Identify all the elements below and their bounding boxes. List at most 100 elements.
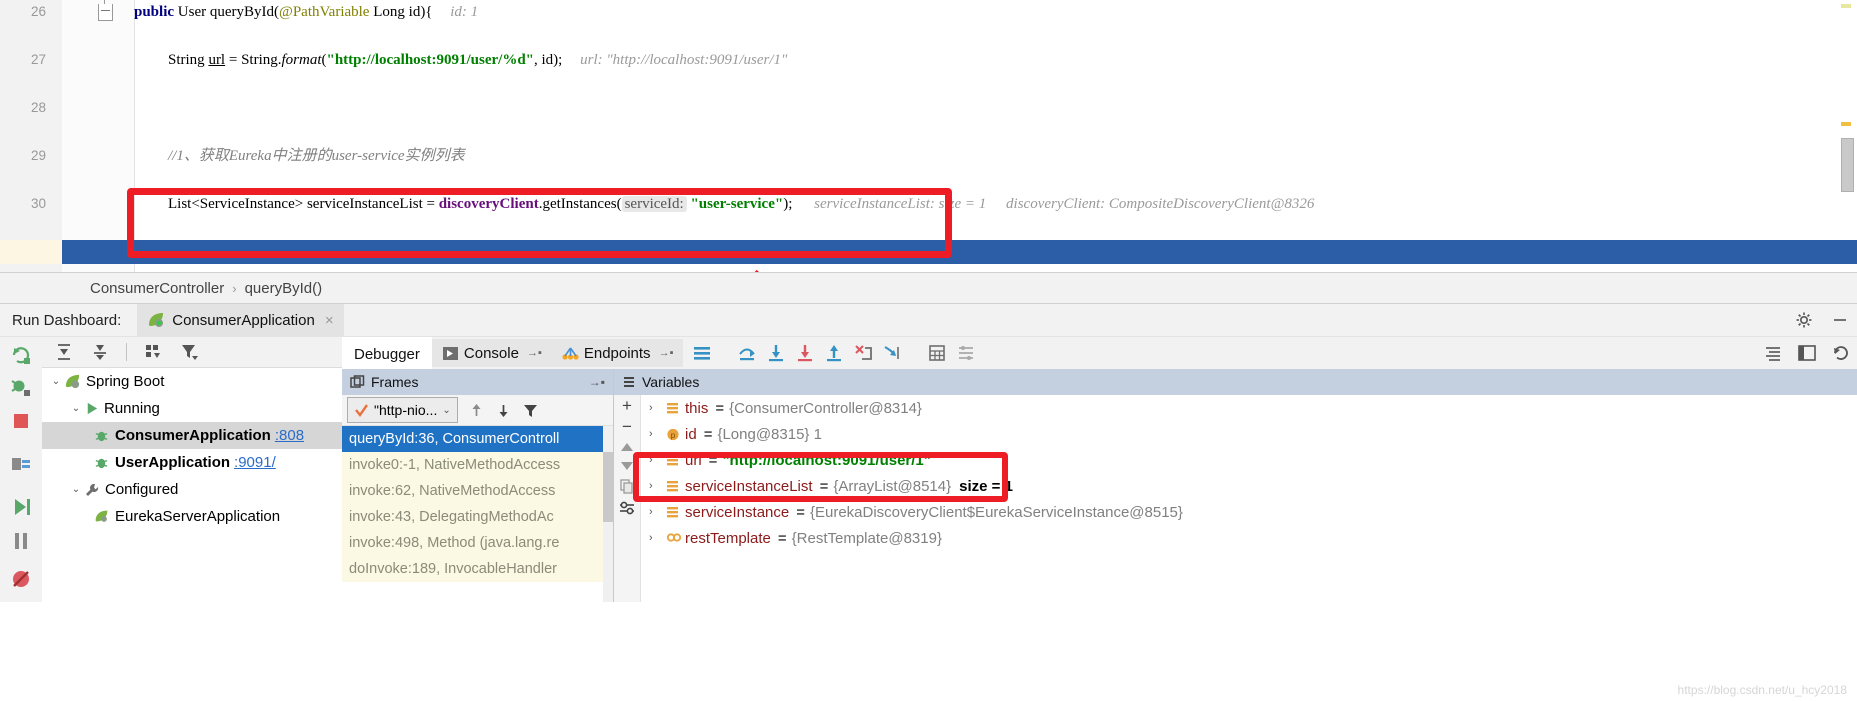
code-line-27[interactable]: 27 String url = String.format("http://lo… bbox=[0, 48, 1857, 72]
frames-list[interactable]: queryById:36, ConsumerControll invoke0:-… bbox=[342, 426, 613, 602]
run-to-cursor-icon[interactable] bbox=[879, 340, 905, 366]
drop-frame-icon[interactable] bbox=[850, 340, 876, 366]
frame-item[interactable]: queryById:36, ConsumerControll bbox=[342, 426, 613, 452]
tree-node-spring-boot[interactable]: ⌄ Spring Boot bbox=[42, 368, 342, 395]
force-step-into-icon[interactable] bbox=[792, 340, 818, 366]
equals-sign: = bbox=[777, 529, 787, 547]
tree-node-port[interactable]: :9091/ bbox=[234, 454, 276, 471]
variable-value: {RestTemplate@8319} bbox=[791, 529, 942, 547]
debugger-tabs: Debugger Console →▪ Endpoints →▪ bbox=[342, 337, 1857, 370]
variable-row-serviceinstance[interactable]: › serviceInstance = {EurekaDiscoveryClie… bbox=[641, 499, 1857, 525]
scroll-down-icon[interactable] bbox=[620, 460, 634, 472]
pin-icon[interactable]: →▪ bbox=[659, 347, 674, 359]
scroll-up-icon[interactable] bbox=[620, 441, 634, 453]
step-into-icon[interactable] bbox=[763, 340, 789, 366]
rerun-icon[interactable] bbox=[9, 343, 33, 367]
pause-program-icon[interactable] bbox=[9, 529, 33, 553]
minimize-icon[interactable] bbox=[1831, 311, 1849, 329]
frame-label: doInvoke:189, InvocableHandler bbox=[349, 561, 557, 577]
tree-node-user-application[interactable]: UserApplication :9091/ bbox=[42, 449, 342, 476]
breadcrumb-class[interactable]: ConsumerController bbox=[90, 280, 224, 297]
code-fold-icon[interactable] bbox=[98, 4, 113, 21]
tab-consumer-application[interactable]: ConsumerApplication × bbox=[137, 304, 344, 336]
down-arrow-icon[interactable] bbox=[495, 402, 512, 419]
idea-debug-window: 26 public User queryById(@PathVariable L… bbox=[0, 0, 1857, 701]
frame-label: invoke:62, NativeMethodAccess bbox=[349, 483, 556, 499]
collapse-all-icon[interactable] bbox=[90, 342, 110, 362]
chevron-down-icon[interactable]: ⌄ bbox=[68, 403, 84, 414]
line-number: 28 bbox=[30, 100, 46, 115]
tab-debugger[interactable]: Debugger bbox=[342, 337, 432, 369]
filter-icon[interactable] bbox=[522, 402, 539, 419]
copy-icon[interactable] bbox=[620, 479, 634, 494]
equals-sign: = bbox=[796, 503, 805, 521]
remove-watch-icon[interactable]: − bbox=[622, 418, 632, 435]
settings-layout-icon[interactable] bbox=[953, 340, 979, 366]
restore-layout-icon[interactable] bbox=[1831, 343, 1851, 363]
tab-endpoints[interactable]: Endpoints →▪ bbox=[551, 339, 684, 367]
up-arrow-icon[interactable] bbox=[468, 402, 485, 419]
run-dashboard-tree[interactable]: ⌄ Spring Boot ⌄ Running ConsumerApplicat… bbox=[42, 337, 343, 602]
close-icon[interactable]: × bbox=[325, 312, 334, 329]
frame-item[interactable]: invoke0:-1, NativeMethodAccess bbox=[342, 452, 613, 478]
breadcrumb[interactable]: ConsumerController › queryById() bbox=[0, 272, 1857, 304]
variable-row-resttemplate[interactable]: › restTemplate = {RestTemplate@8319} bbox=[641, 525, 1857, 551]
debug-rerun-icon[interactable] bbox=[9, 375, 33, 399]
chevron-down-icon[interactable]: ⌄ bbox=[48, 376, 64, 387]
frame-item[interactable]: invoke:62, NativeMethodAccess bbox=[342, 478, 613, 504]
expand-all-icon[interactable] bbox=[54, 342, 74, 362]
frame-item[interactable]: invoke:43, DelegatingMethodAc bbox=[342, 504, 613, 530]
chevron-down-icon[interactable]: ⌄ bbox=[442, 405, 450, 416]
pin-icon[interactable]: →▪ bbox=[527, 347, 542, 359]
filter-icon[interactable] bbox=[179, 342, 199, 362]
mute-breakpoints-icon[interactable] bbox=[9, 567, 33, 591]
chevron-right-icon[interactable]: › bbox=[649, 402, 667, 414]
editor-scrollbar-thumb[interactable] bbox=[1841, 138, 1854, 192]
tree-node-eureka-server-application[interactable]: EurekaServerApplication bbox=[42, 503, 342, 530]
show-console-icon[interactable] bbox=[1763, 343, 1783, 363]
evaluate-expression-icon[interactable] bbox=[924, 340, 950, 366]
tree-node-running[interactable]: ⌄ Running bbox=[42, 395, 342, 422]
annotation-rectangle-line34 bbox=[127, 188, 952, 258]
chevron-down-icon[interactable]: ⌄ bbox=[68, 484, 84, 495]
frames-scrollbar[interactable] bbox=[603, 426, 613, 602]
chevron-right-icon[interactable]: › bbox=[649, 506, 667, 518]
variable-row-id[interactable]: › p id = {Long@8315} 1 bbox=[641, 421, 1857, 447]
resume-program-icon[interactable] bbox=[9, 495, 33, 519]
chevron-right-icon[interactable]: › bbox=[649, 532, 667, 544]
code-line-28[interactable]: 28 bbox=[0, 96, 1857, 120]
stop-icon[interactable] bbox=[9, 409, 33, 433]
frame-item[interactable]: doInvoke:189, InvocableHandler bbox=[342, 556, 613, 582]
tree-node-port[interactable]: :808 bbox=[275, 427, 304, 444]
tree-node-consumer-application[interactable]: ConsumerApplication :808 bbox=[42, 422, 342, 449]
code-line-29[interactable]: 29 //1、获取Eureka中注册的user-service实例列表 bbox=[0, 144, 1857, 168]
thread-selector[interactable]: "http-nio... ⌄ bbox=[347, 397, 458, 423]
spring-leaf-icon bbox=[64, 373, 81, 390]
settings-icon[interactable] bbox=[619, 501, 635, 515]
step-over-icon[interactable] bbox=[734, 340, 760, 366]
frames-scrollbar-thumb[interactable] bbox=[603, 452, 613, 522]
add-watch-icon[interactable]: + bbox=[622, 397, 632, 414]
show-in-explorer-icon[interactable] bbox=[9, 453, 33, 477]
tab-console[interactable]: Console →▪ bbox=[431, 339, 552, 367]
inline-hint: url: "http://localhost:9091/user/1" bbox=[580, 52, 788, 68]
code-comment: //1、获取Eureka中注册的user-service实例列表 bbox=[168, 148, 465, 164]
fold-gutter[interactable] bbox=[62, 0, 135, 272]
group-by-icon[interactable] bbox=[143, 342, 163, 362]
tree-node-configured[interactable]: ⌄ Configured bbox=[42, 476, 342, 503]
variable-value: {EurekaDiscoveryClient$EurekaServiceInst… bbox=[809, 503, 1183, 521]
tree-node-label: UserApplication bbox=[115, 454, 231, 471]
pin-icon[interactable]: →▪ bbox=[589, 375, 605, 389]
variable-row-this[interactable]: › this = {ConsumerController@8314} bbox=[641, 395, 1857, 421]
frames-variables-split: Frames →▪ "http-nio... ⌄ queryById:36, C… bbox=[342, 369, 1857, 602]
tree-node-label: Running bbox=[104, 400, 160, 417]
step-out-icon[interactable] bbox=[821, 340, 847, 366]
breadcrumb-method[interactable]: queryById() bbox=[245, 280, 323, 297]
frame-item[interactable]: invoke:498, Method (java.lang.re bbox=[342, 530, 613, 556]
chevron-right-icon[interactable]: › bbox=[649, 428, 667, 440]
gear-icon[interactable] bbox=[1795, 311, 1813, 329]
mute-breakpoints-icon[interactable] bbox=[689, 340, 715, 366]
layout-icon[interactable] bbox=[1797, 343, 1817, 363]
line-number-gutter[interactable] bbox=[0, 0, 63, 272]
code-line-26[interactable]: 26 public User queryById(@PathVariable L… bbox=[0, 0, 1857, 24]
